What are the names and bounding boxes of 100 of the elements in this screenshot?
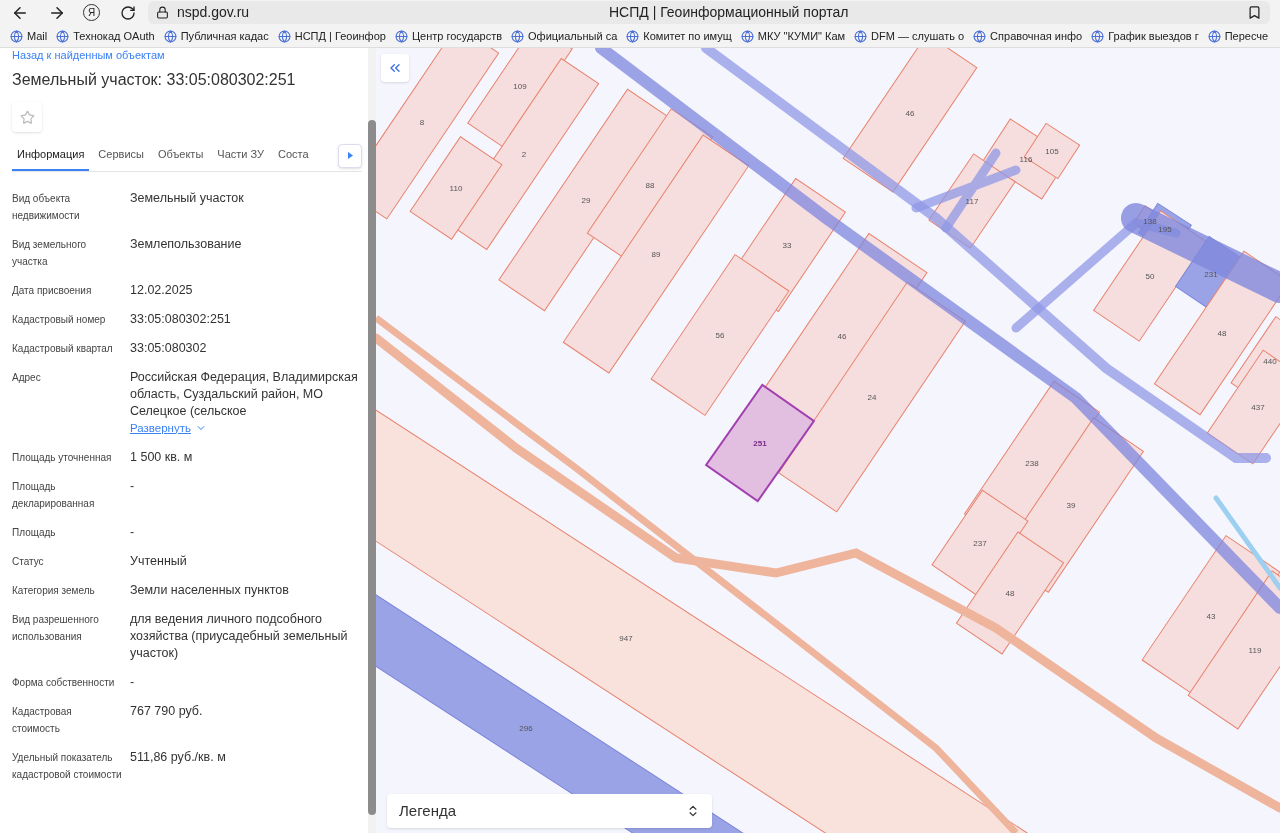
tab[interactable]: Соста — [273, 146, 314, 171]
url-text: nspd.gov.ru — [177, 3, 250, 22]
globe-icon — [1207, 29, 1221, 43]
field-label: Кадастровая стоимость — [12, 704, 73, 736]
parcel-number[interactable]: 117 — [965, 197, 979, 206]
parcel-number[interactable]: 29 — [581, 196, 591, 205]
bookmark-item[interactable]: Справочная инфо — [973, 27, 1083, 45]
parcel-number[interactable]: 237 — [973, 539, 987, 548]
field-label: Площадь декларированная — [12, 479, 96, 511]
bookmark-item[interactable]: Пересче — [1207, 27, 1269, 45]
parcel-number[interactable]: 110 — [449, 184, 463, 193]
bookmark-item[interactable]: Официальный са — [511, 27, 618, 45]
star-icon — [19, 109, 35, 125]
globe-icon — [1091, 29, 1105, 43]
parcel-number[interactable]: 2 — [521, 150, 527, 159]
parcel-number[interactable]: 89 — [651, 250, 661, 259]
globe-icon — [973, 29, 987, 43]
field-label: Удельный показатель кадастровой стоимости — [12, 750, 123, 782]
parcel-number[interactable]: 43 — [1206, 612, 1216, 621]
field-label: Кадастровый квартал — [12, 341, 114, 356]
field-label: Статус — [12, 554, 45, 569]
play-icon — [347, 152, 353, 159]
parcel-number[interactable]: 105 — [1045, 147, 1059, 156]
field-label: Форма собственности — [12, 675, 116, 690]
field-value: 1 500 кв. м — [130, 448, 194, 466]
expand-link[interactable]: Развернуть — [130, 419, 207, 437]
parcel-number[interactable]: 56 — [715, 331, 725, 340]
page-title: НСПД | Геоинформационный портал — [609, 3, 849, 22]
bookmark-item[interactable]: Комитет по имущ — [626, 27, 732, 45]
parcel-number[interactable]: 437 — [1251, 403, 1265, 412]
tabs-scroll-button[interactable] — [338, 143, 362, 168]
field-label: Категория земель — [12, 583, 96, 598]
field-value: Учтенный — [130, 552, 188, 570]
bookmark-item[interactable]: Технокад OAuth — [56, 27, 155, 45]
parcel-number[interactable]: 947 — [619, 634, 633, 643]
collapse-panel-button[interactable] — [381, 54, 409, 82]
parcel-number[interactable]: 48 — [1005, 589, 1015, 598]
parcel-number[interactable]: 251 — [753, 439, 767, 448]
tab[interactable]: Части ЗУ — [212, 146, 269, 171]
field-value: 511,86 руб./кв. м — [130, 748, 227, 766]
parcel-number[interactable]: 39 — [1066, 501, 1076, 510]
parcel-number[interactable]: 46 — [837, 332, 847, 341]
address-bar[interactable]: nspd.gov.ru НСПД | Геоинформационный портал — [148, 1, 1270, 24]
globe-icon — [511, 29, 525, 43]
parcel-number[interactable]: 109 — [513, 82, 527, 91]
globe-icon — [626, 29, 640, 43]
field-value: Землепользование — [130, 235, 243, 253]
parcel-number[interactable]: 238 — [1025, 459, 1039, 468]
bookmark-item[interactable]: МКУ "КУМИ" Кам — [740, 27, 846, 45]
field-value: 33:05:080302 — [130, 339, 208, 357]
parcel-number[interactable]: 33 — [782, 241, 792, 250]
parcel-number[interactable]: 296 — [519, 724, 533, 733]
parcel-number[interactable]: 88 — [645, 181, 655, 190]
field-value: для ведения личного подсобного хозяйства (приусадебный земельный участок) — [130, 610, 349, 662]
parcel-number[interactable]: 440 — [1263, 357, 1277, 366]
parcel-number[interactable]: 46 — [905, 109, 915, 118]
tab[interactable]: Информация — [12, 146, 90, 171]
field-value: Земельный участок — [130, 189, 245, 207]
legend-dropdown[interactable]: Легенда — [387, 794, 712, 828]
field-value: - — [130, 523, 136, 541]
globe-icon — [740, 29, 754, 43]
parcel-number[interactable]: 119 — [1248, 646, 1262, 655]
field-value: - — [130, 477, 136, 495]
map-canvas[interactable]: 8 109 2 110 29 88 89 33 56 46 24 251 46 116 105 117 138 195 50 231 48 440 437 238 39 237 48 43 119 947 296 Легенда — [376, 48, 1280, 833]
globe-icon — [163, 29, 177, 43]
globe-icon — [394, 29, 408, 43]
lock-icon — [156, 6, 169, 19]
field-label: Кадастровый номер — [12, 312, 107, 327]
scrollbar[interactable] — [368, 48, 376, 833]
bookmark-icon[interactable] — [1247, 5, 1262, 20]
bookmark-item[interactable]: DFM — слушать о — [854, 27, 965, 45]
field-value: 12.02.2025 — [130, 281, 194, 299]
tab[interactable]: Объекты — [152, 146, 209, 171]
bookmark-item[interactable]: График выездов г — [1091, 27, 1199, 45]
back-link[interactable]: Назад к найденным объектам — [12, 48, 362, 62]
parcel-number[interactable]: 231 — [1204, 270, 1218, 279]
reload-icon[interactable] — [120, 4, 136, 21]
bookmark-item[interactable]: Центр государств — [394, 27, 503, 45]
globe-icon — [10, 29, 23, 43]
object-title: Земельный участок: 33:05:080302:251 — [12, 70, 297, 90]
bookmark-item[interactable]: Публичная кадас — [163, 27, 269, 45]
parcel-number[interactable]: 24 — [867, 393, 877, 402]
field-label: Вид разрешенного использования — [12, 612, 100, 644]
field-label: Площадь уточненная — [12, 450, 113, 465]
bookmark-item[interactable]: НСПД | Геоинфор — [277, 27, 386, 45]
field-value: - — [130, 673, 136, 691]
parcel-number[interactable]: 50 — [1145, 272, 1155, 281]
field-value: 767 790 руб. — [130, 702, 204, 720]
tab[interactable]: Сервисы — [93, 146, 149, 171]
parcel-number[interactable]: 116 — [1019, 155, 1033, 164]
globe-icon — [277, 29, 291, 43]
parcel-number[interactable]: 8 — [419, 118, 425, 127]
bookmark-item[interactable]: Mail — [10, 27, 48, 45]
globe-icon — [854, 29, 868, 43]
field-value: Земли населенных пунктов — [130, 581, 290, 599]
field-label: Адрес — [12, 370, 42, 385]
parcel-number[interactable]: 48 — [1217, 329, 1227, 338]
field-value: Российская Федерация, Владимирская область, Суздальский район, МО Селецкое (сельское — [130, 368, 359, 420]
field-value: 33:05:080302:251 — [130, 310, 232, 328]
field-label: Вид объекта недвижимости — [12, 191, 81, 223]
